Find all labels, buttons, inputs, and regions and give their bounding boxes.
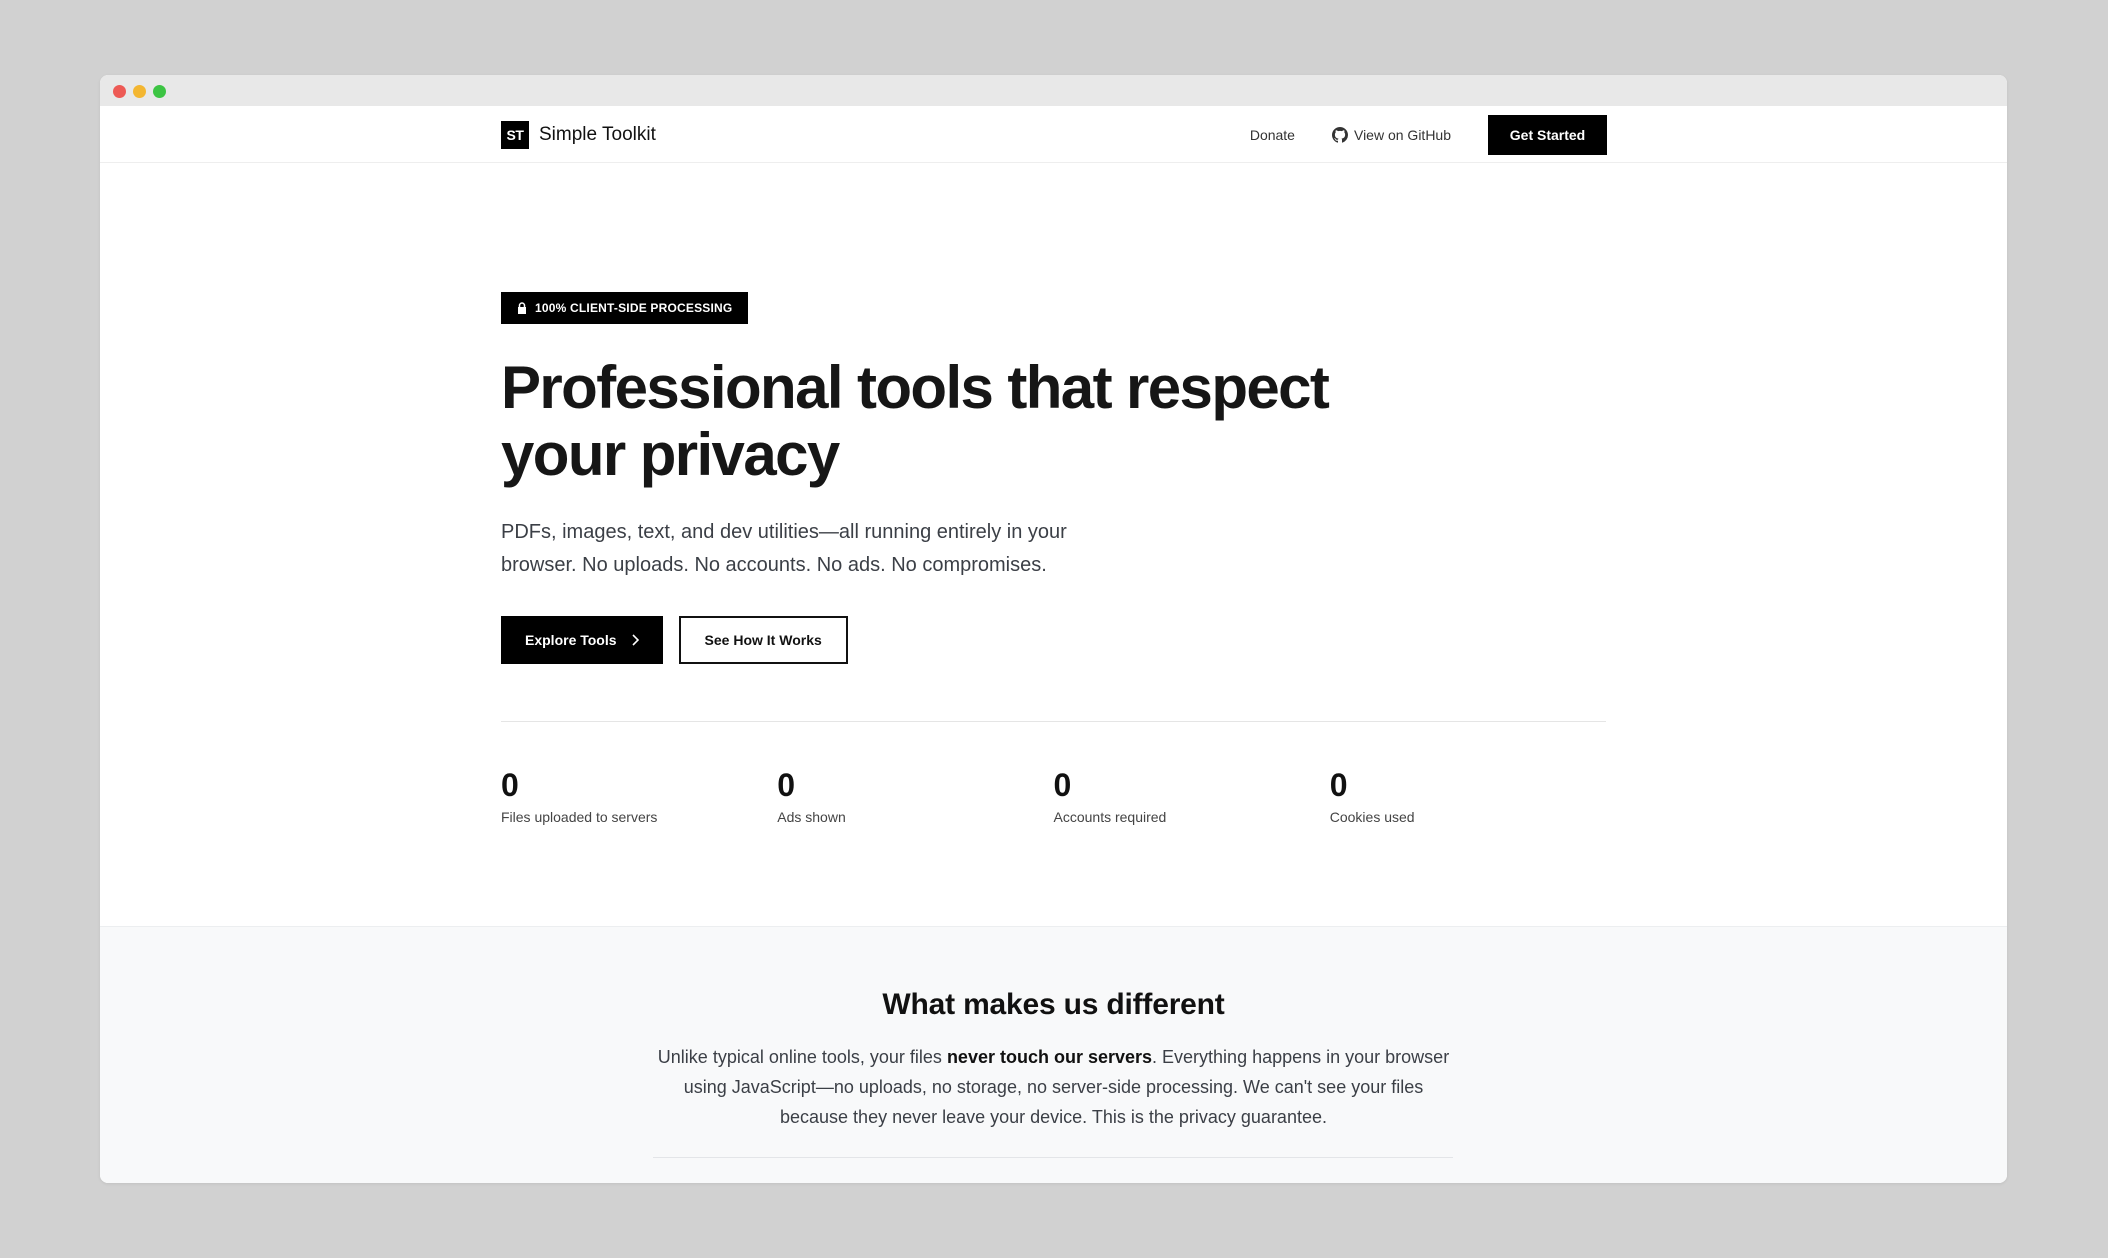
site-logo[interactable]: ST Simple Toolkit: [501, 121, 656, 149]
browser-window: ST Simple Toolkit Donate View on GitHub …: [100, 75, 2007, 1183]
lock-icon: [518, 302, 526, 314]
hero-section: 100% CLIENT-SIDE PROCESSING Professional…: [501, 292, 1606, 664]
donate-link[interactable]: Donate: [1250, 127, 1295, 143]
hero-title-line1: Professional tools that respect: [501, 354, 1330, 421]
explore-tools-button[interactable]: Explore Tools: [501, 616, 663, 664]
what-makes-us-different-section: What makes us different Unlike typical o…: [100, 926, 2007, 1183]
logo-text: Simple Toolkit: [539, 124, 656, 145]
top-navigation: ST Simple Toolkit Donate View on GitHub …: [100, 106, 2007, 163]
badge-label: 100% CLIENT-SIDE PROCESSING: [535, 301, 733, 315]
window-titlebar: [100, 75, 2007, 106]
section-description: Unlike typical online tools, your files …: [655, 1042, 1452, 1132]
stat-value: 0: [1329, 767, 1348, 803]
github-link[interactable]: View on GitHub: [1331, 127, 1451, 143]
explore-tools-label: Explore Tools: [525, 632, 617, 648]
github-icon: [1331, 127, 1348, 143]
stat-cookies: 0 Cookies used: [1330, 765, 1606, 825]
section-heading: What makes us different: [882, 988, 1225, 1021]
hero-title-line2: your privacy: [501, 421, 840, 488]
stat-accounts: 0 Accounts required: [1054, 765, 1330, 825]
minimize-window-button[interactable]: [133, 85, 146, 98]
see-how-it-works-button[interactable]: See How It Works: [678, 616, 848, 664]
get-started-button[interactable]: Get Started: [1488, 115, 1607, 155]
close-window-button[interactable]: [113, 85, 126, 98]
hero-cta-group: Explore Tools See How It Works: [501, 616, 1606, 664]
stat-value: 0: [501, 767, 519, 803]
stat-ads: 0 Ads shown: [777, 765, 1053, 825]
stat-value: 0: [777, 767, 796, 803]
logo-mark: ST: [501, 121, 529, 149]
stat-label: Files uploaded to servers: [501, 809, 658, 825]
nav-links: Donate View on GitHub Get Started: [1250, 115, 1607, 155]
stat-value: 0: [1053, 767, 1072, 803]
stat-label: Accounts required: [1053, 809, 1167, 825]
stat-files: 0 Files uploaded to servers: [501, 765, 777, 825]
hero-title: Professional tools that respect your pri…: [501, 354, 1401, 488]
description-part1: Unlike typical online tools, your files: [657, 1047, 947, 1067]
stat-label: Cookies used: [1329, 809, 1415, 825]
section-rule: [653, 1157, 1453, 1158]
stat-label: Ads shown: [777, 809, 846, 825]
chevron-right-icon: [631, 634, 639, 646]
description-emphasis: never touch our servers: [946, 1047, 1153, 1067]
stats-row: 0 Files uploaded to servers 0 Ads shown …: [501, 765, 1606, 825]
maximize-window-button[interactable]: [153, 85, 166, 98]
section-divider: [501, 721, 1606, 722]
hero-lead: PDFs, images, text, and dev utilities—al…: [501, 521, 1067, 576]
client-side-badge: 100% CLIENT-SIDE PROCESSING: [501, 292, 749, 324]
github-link-label: View on GitHub: [1353, 127, 1451, 143]
